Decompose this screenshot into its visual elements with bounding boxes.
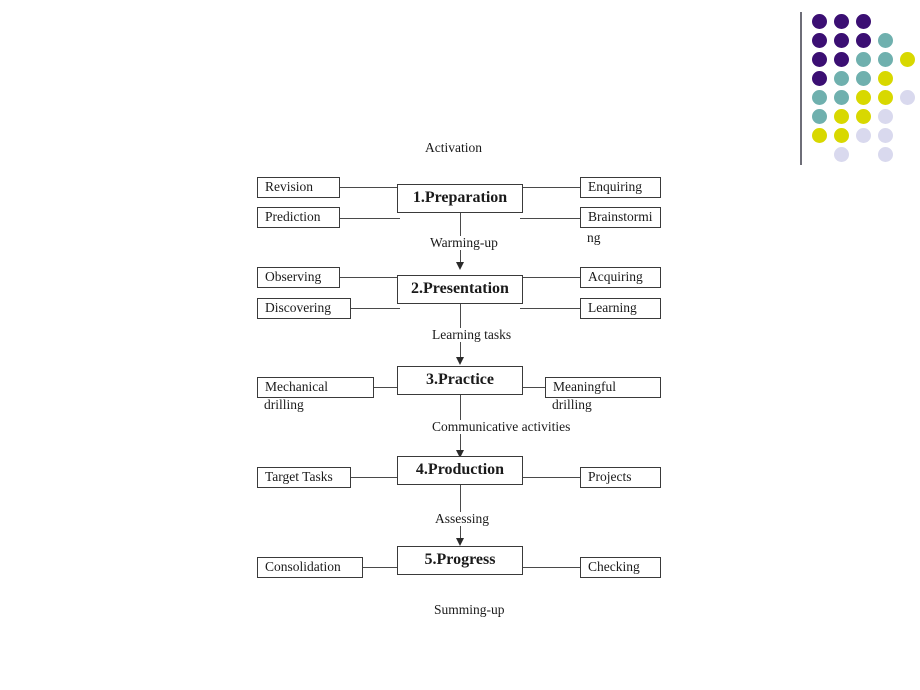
dot-ornament bbox=[856, 33, 871, 48]
dot-ornament bbox=[834, 90, 849, 105]
stage-box-practice[interactable]: 3.Practice bbox=[397, 366, 523, 395]
stage-box-production[interactable]: 4.Production bbox=[397, 456, 523, 485]
stage-label: 4.Production bbox=[415, 461, 505, 479]
dot-ornament bbox=[834, 14, 849, 29]
satellite-box-prediction[interactable]: Prediction bbox=[257, 207, 340, 228]
transition-label-learning-tasks: Learning tasks bbox=[430, 327, 514, 342]
satellite-label: Consolidation bbox=[265, 559, 341, 575]
dot-ornament bbox=[812, 33, 827, 48]
connector-left-consolidation bbox=[362, 567, 400, 568]
connector-right-meaningful bbox=[520, 387, 545, 388]
activation-label: Activation bbox=[425, 140, 482, 155]
dot-ornament bbox=[878, 147, 893, 162]
satellite-label: Checking bbox=[588, 559, 640, 575]
dot-ornament bbox=[834, 147, 849, 162]
connector-right-projects bbox=[520, 477, 584, 478]
satellite-box-checking[interactable]: Checking bbox=[580, 557, 661, 578]
transition-label-assessing: Assessing bbox=[433, 511, 492, 526]
connector-right-acquiring bbox=[520, 277, 584, 278]
connector-right-learning bbox=[520, 308, 584, 309]
dot-ornament bbox=[878, 128, 893, 143]
satellite-label: Prediction bbox=[265, 209, 321, 225]
connector-left-target-tasks bbox=[350, 477, 400, 478]
satellite-label: Learning bbox=[588, 300, 637, 316]
dot-ornament bbox=[900, 52, 915, 67]
connector-left-mechanical bbox=[373, 387, 400, 388]
connector-left-revision bbox=[336, 187, 400, 188]
dot-ornament bbox=[878, 90, 893, 105]
stage-label: 3.Practice bbox=[426, 371, 494, 389]
dot-ornament bbox=[878, 109, 893, 124]
stage-box-preparation[interactable]: 1.Preparation bbox=[397, 184, 523, 213]
dot-ornament bbox=[812, 109, 827, 124]
connector-left-prediction bbox=[336, 218, 400, 219]
flow-arrowhead-learning-tasks bbox=[456, 357, 464, 365]
satellite-label: Meaningful bbox=[553, 379, 616, 395]
dot-ornament bbox=[878, 71, 893, 86]
stage-label: 1.Preparation bbox=[412, 189, 508, 207]
satellite-label: Discovering bbox=[265, 300, 331, 316]
satellite-box-target-tasks[interactable]: Target Tasks bbox=[257, 467, 351, 488]
slide-canvas: Activation Revision Prediction 1.Prepara… bbox=[0, 0, 920, 690]
satellite-overflow-meaningful-drilling: drilling bbox=[552, 397, 592, 412]
vertical-rule-ornament bbox=[800, 12, 802, 165]
satellite-box-consolidation[interactable]: Consolidation bbox=[257, 557, 363, 578]
connector-right-brainstorming bbox=[520, 218, 584, 219]
dot-ornament bbox=[856, 128, 871, 143]
dot-ornament bbox=[900, 90, 915, 105]
dot-ornament bbox=[834, 109, 849, 124]
flow-arrowhead-warming-up bbox=[456, 262, 464, 270]
dot-ornament bbox=[812, 71, 827, 86]
connector-right-checking bbox=[520, 567, 584, 568]
satellite-label: Revision bbox=[265, 179, 314, 195]
dot-ornament bbox=[834, 33, 849, 48]
dot-ornament bbox=[856, 90, 871, 105]
transition-label-warming-up: Warming-up bbox=[428, 235, 500, 250]
satellite-box-projects[interactable]: Projects bbox=[580, 467, 661, 488]
satellite-label: Observing bbox=[265, 269, 322, 285]
dot-ornament bbox=[856, 14, 871, 29]
satellite-box-learning[interactable]: Learning bbox=[580, 298, 661, 319]
satellite-box-discovering[interactable]: Discovering bbox=[257, 298, 351, 319]
dot-ornament bbox=[812, 90, 827, 105]
connector-left-observing bbox=[336, 277, 400, 278]
satellite-label: Projects bbox=[588, 469, 632, 485]
dot-ornament bbox=[878, 33, 893, 48]
satellite-label: Enquiring bbox=[588, 179, 642, 195]
satellite-label: Acquiring bbox=[588, 269, 643, 285]
satellite-label: Target Tasks bbox=[265, 469, 333, 485]
satellite-box-revision[interactable]: Revision bbox=[257, 177, 340, 198]
satellite-box-observing[interactable]: Observing bbox=[257, 267, 340, 288]
connector-left-discovering bbox=[347, 308, 400, 309]
transition-label-communicative-activities: Communicative activities bbox=[430, 419, 573, 434]
dot-ornament bbox=[878, 52, 893, 67]
dot-ornament bbox=[812, 52, 827, 67]
satellite-box-brainstorming[interactable]: Brainstormi bbox=[580, 207, 661, 228]
dot-ornament bbox=[856, 109, 871, 124]
satellite-overflow-brainstorming: ng bbox=[587, 230, 601, 245]
flow-arrowhead-assessing bbox=[456, 538, 464, 546]
dot-ornament bbox=[812, 128, 827, 143]
dot-ornament bbox=[834, 71, 849, 86]
dot-ornament bbox=[834, 52, 849, 67]
summing-up-label: Summing-up bbox=[434, 602, 505, 617]
satellite-label: Brainstormi bbox=[588, 209, 653, 225]
satellite-box-enquiring[interactable]: Enquiring bbox=[580, 177, 661, 198]
stage-label: 2.Presentation bbox=[411, 280, 509, 298]
satellite-box-mechanical-drilling[interactable]: Mechanical bbox=[257, 377, 374, 398]
stage-box-presentation[interactable]: 2.Presentation bbox=[397, 275, 523, 304]
dot-ornament bbox=[856, 71, 871, 86]
dot-ornament bbox=[834, 128, 849, 143]
satellite-label: Mechanical bbox=[265, 379, 328, 395]
stage-label: 5.Progress bbox=[424, 551, 496, 569]
dot-ornament bbox=[812, 14, 827, 29]
stage-box-progress[interactable]: 5.Progress bbox=[397, 546, 523, 575]
satellite-box-acquiring[interactable]: Acquiring bbox=[580, 267, 661, 288]
dot-ornament bbox=[856, 52, 871, 67]
satellite-overflow-mechanical-drilling: drilling bbox=[264, 397, 304, 412]
connector-right-enquiring bbox=[520, 187, 584, 188]
satellite-box-meaningful-drilling[interactable]: Meaningful bbox=[545, 377, 661, 398]
